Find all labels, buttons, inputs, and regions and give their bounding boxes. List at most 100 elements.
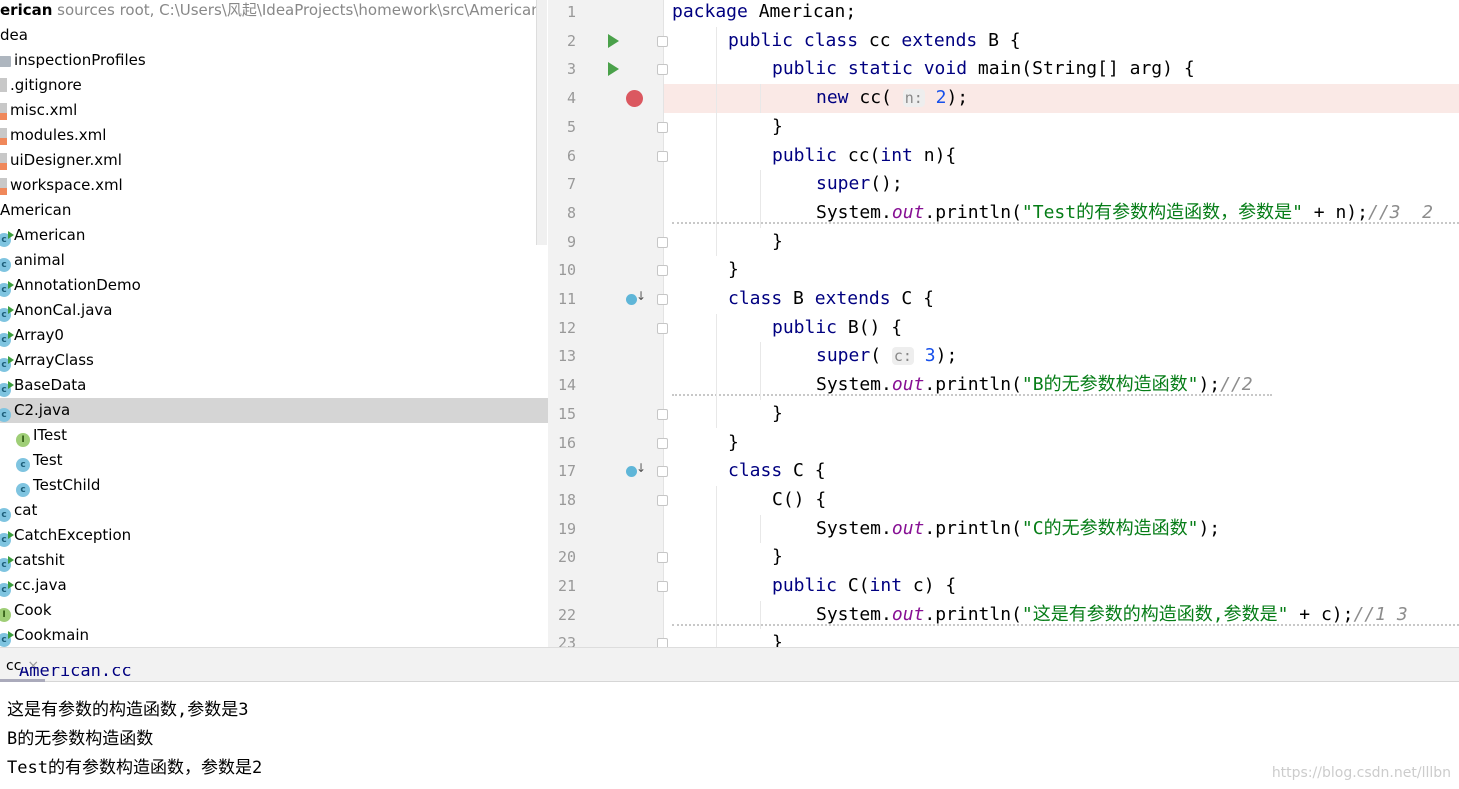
- code-line[interactable]: class C {: [664, 457, 1459, 486]
- code-token: c) {: [912, 575, 957, 596]
- tree-item[interactable]: .gitignore: [0, 73, 548, 98]
- tree-item[interactable]: c catshit: [0, 548, 548, 573]
- tree-item[interactable]: c Test: [0, 448, 548, 473]
- code-line[interactable]: }: [664, 256, 1459, 285]
- code-token: B: [793, 288, 815, 309]
- tree-item-label: TestChild: [33, 476, 101, 494]
- tree-scrollbar[interactable]: [536, 0, 547, 245]
- line-number: 13: [557, 347, 576, 366]
- code-line[interactable]: public static void main(String[] arg) {: [664, 55, 1459, 84]
- tree-item[interactable]: c AnnotationDemo: [0, 273, 548, 298]
- code-token: }: [772, 546, 783, 568]
- tree-item-label: workspace.xml: [10, 176, 123, 194]
- fold-marker-icon[interactable]: [657, 121, 668, 133]
- class-icon: c: [16, 483, 30, 497]
- fold-marker-icon[interactable]: [657, 236, 668, 248]
- tree-item[interactable]: c Cookmain: [0, 623, 548, 647]
- tree-item[interactable]: dea: [0, 23, 548, 48]
- tree-item[interactable]: inspectionProfiles: [0, 48, 548, 73]
- fold-marker-icon[interactable]: [657, 581, 668, 592]
- line-number: 5: [566, 117, 576, 136]
- tree-item[interactable]: c cat: [0, 498, 548, 523]
- code-token: cc: [868, 29, 902, 51]
- tree-item-label: Cookmain: [14, 626, 89, 644]
- code-token: 3: [924, 345, 936, 367]
- code-token: super: [816, 173, 871, 195]
- code-token: package: [672, 1, 748, 22]
- run-gutter-icon[interactable]: [608, 33, 619, 48]
- code-token: //3 2: [1367, 201, 1434, 223]
- console-clipped-line: American.cc: [19, 667, 132, 681]
- tree-item[interactable]: modules.xml: [0, 123, 548, 148]
- tree-item-label: CatchException: [14, 526, 132, 544]
- code-token: .println(: [924, 201, 1022, 223]
- code-line[interactable]: public class cc extends B {: [664, 27, 1459, 56]
- code-line[interactable]: public cc(int n){: [664, 142, 1459, 171]
- module-path: sources root, C:\Users\风起\IdeaProjects\h…: [52, 1, 541, 19]
- code-line[interactable]: System.out.println("C的无参数构造函数");: [664, 515, 1459, 544]
- code-line[interactable]: super( c: 3);: [664, 342, 1459, 371]
- code-line[interactable]: public B() {: [664, 314, 1459, 343]
- tree-item[interactable]: I Cook: [0, 598, 548, 623]
- line-number: 17: [557, 462, 576, 481]
- tree-item[interactable]: c TestChild: [0, 473, 548, 498]
- project-tree: erican sources root, C:\Users\风起\IdeaPro…: [0, 0, 548, 647]
- tree-item-label: BaseData: [14, 376, 87, 394]
- tree-item[interactable]: c cc.java: [0, 573, 548, 598]
- class-icon: c: [0, 531, 14, 547]
- code-token: }: [772, 402, 783, 424]
- code-line[interactable]: new cc( n: 2);: [664, 84, 1459, 113]
- tree-item[interactable]: c CatchException: [0, 523, 548, 548]
- code-token: B() {: [847, 316, 903, 338]
- code-line[interactable]: }: [664, 228, 1459, 257]
- code-line[interactable]: }: [664, 113, 1459, 142]
- code-line[interactable]: super();: [664, 170, 1459, 199]
- tree-item[interactable]: c animal: [0, 248, 548, 273]
- code-token: extends: [814, 288, 902, 309]
- code-line[interactable]: class B extends C {: [664, 285, 1459, 314]
- class-icon: c: [0, 408, 11, 422]
- breakpoint-icon[interactable]: [626, 90, 643, 108]
- fold-marker-icon[interactable]: [657, 437, 668, 449]
- fold-marker-icon[interactable]: [657, 466, 668, 478]
- tree-item[interactable]: workspace.xml: [0, 173, 548, 198]
- code-line[interactable]: package American;: [664, 0, 1459, 27]
- code-token: out: [891, 201, 925, 223]
- run-gutter-icon[interactable]: [608, 62, 619, 77]
- code-line[interactable]: }: [664, 429, 1459, 458]
- fold-marker-icon[interactable]: [657, 64, 668, 76]
- code-line[interactable]: public C(int c) {: [664, 572, 1459, 601]
- tree-header[interactable]: erican sources root, C:\Users\风起\IdeaPro…: [0, 0, 548, 23]
- tree-item[interactable]: c ArrayClass: [0, 348, 548, 373]
- code-token: super: [816, 345, 871, 367]
- tree-item[interactable]: c BaseData: [0, 373, 548, 398]
- file-icon: [0, 78, 7, 92]
- tree-item[interactable]: misc.xml: [0, 98, 548, 123]
- fold-marker-icon[interactable]: [657, 552, 668, 564]
- tree-item[interactable]: c C2.java: [0, 398, 548, 423]
- code-token: class: [728, 460, 794, 482]
- tree-item[interactable]: c Array0: [0, 323, 548, 348]
- class-icon: c: [0, 258, 11, 272]
- tree-item[interactable]: I ITest: [0, 423, 548, 448]
- fold-marker-icon[interactable]: [657, 294, 668, 305]
- tree-item-label: uiDesigner.xml: [10, 151, 122, 169]
- tree-item[interactable]: American: [0, 198, 548, 223]
- code-line[interactable]: }: [664, 400, 1459, 429]
- fold-marker-icon[interactable]: [657, 408, 668, 420]
- class-icon: c: [0, 356, 14, 372]
- xml-file-icon: [0, 128, 7, 145]
- tree-item[interactable]: c AnonCal.java: [0, 298, 548, 323]
- module-name: erican: [0, 1, 53, 19]
- fold-marker-icon[interactable]: [657, 35, 668, 47]
- fold-marker-icon[interactable]: [657, 322, 668, 334]
- fold-marker-icon[interactable]: [657, 150, 668, 162]
- line-number: 20: [557, 548, 576, 567]
- tree-item[interactable]: uiDesigner.xml: [0, 148, 548, 173]
- tree-item[interactable]: c American: [0, 223, 548, 248]
- code-line[interactable]: }: [664, 543, 1459, 572]
- code-line[interactable]: C() {: [664, 486, 1459, 515]
- fold-marker-icon[interactable]: [657, 265, 668, 277]
- overrides-method-icon[interactable]: [626, 291, 646, 305]
- fold-marker-icon[interactable]: [657, 494, 668, 506]
